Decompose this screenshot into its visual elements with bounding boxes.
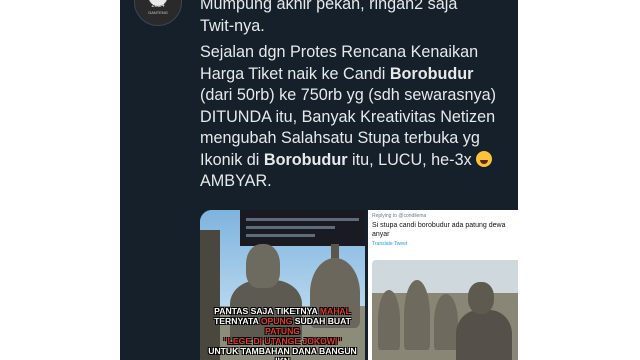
laughing-emoji-icon <box>476 150 493 167</box>
tweet-text: Mumpung akhir pekan, ringan2 saja Twit-n… <box>200 0 512 193</box>
buddha-statue <box>246 244 280 288</box>
tweet-media[interactable]: PANTAS SAJA TIKETNYA MAHAL TERNYATA OPUN… <box>200 210 518 360</box>
quoted-text: Si stupa candi borobudur ada patung dewa… <box>372 222 506 238</box>
embedded-screenshot <box>240 210 365 246</box>
tweet-line: Ikonik di Borobudur itu, LUCU, he-3x <box>200 150 512 172</box>
tweet-panel: 2024 GANTENG Mumpung akhir pekan, ringan… <box>120 0 518 360</box>
translate-link[interactable]: Translate Tweet <box>372 241 407 247</box>
avatar-tag: GANTENG <box>148 10 168 15</box>
tweet-line: mengubah Salahsatu Stupa terbuka yg <box>200 129 480 147</box>
tweet-line: Harga Tiket naik ke Candi Borobudur <box>200 64 474 83</box>
hashtag-borobudur[interactable]: Borobudur <box>264 151 348 169</box>
tweet-line: DITUNDA itu, Banyak Kreativitas Netizen <box>200 107 496 126</box>
stupa-photo <box>372 260 518 360</box>
buddha-head <box>468 282 494 314</box>
tweet-line: (dari 50rb) ke 750rb yg (sdh sewarasnya) <box>200 86 497 104</box>
tweet-line: AMBYAR. <box>200 172 272 190</box>
tweet-line: Sejalan dgn Protes Rencana Kenaikan <box>200 43 479 61</box>
page-background <box>518 0 640 360</box>
meme-image[interactable]: PANTAS SAJA TIKETNYA MAHAL TERNYATA OPUN… <box>200 210 365 360</box>
tweet-line: Mumpung akhir pekan, ringan2 saja <box>200 0 458 13</box>
replying-to: Replying to @condilema <box>372 213 427 219</box>
avatar-year: 2024 <box>151 3 165 9</box>
hashtag-borobudur[interactable]: Borobudur <box>390 65 474 83</box>
meme-caption: PANTAS SAJA TIKETNYA MAHAL TERNYATA OPUN… <box>208 306 357 360</box>
avatar[interactable]: 2024 GANTENG <box>134 0 182 26</box>
quoted-tweet-image[interactable]: Replying to @condilema Si stupa candi bo… <box>368 210 518 360</box>
tweet-line: Twit-nya. <box>200 16 265 35</box>
